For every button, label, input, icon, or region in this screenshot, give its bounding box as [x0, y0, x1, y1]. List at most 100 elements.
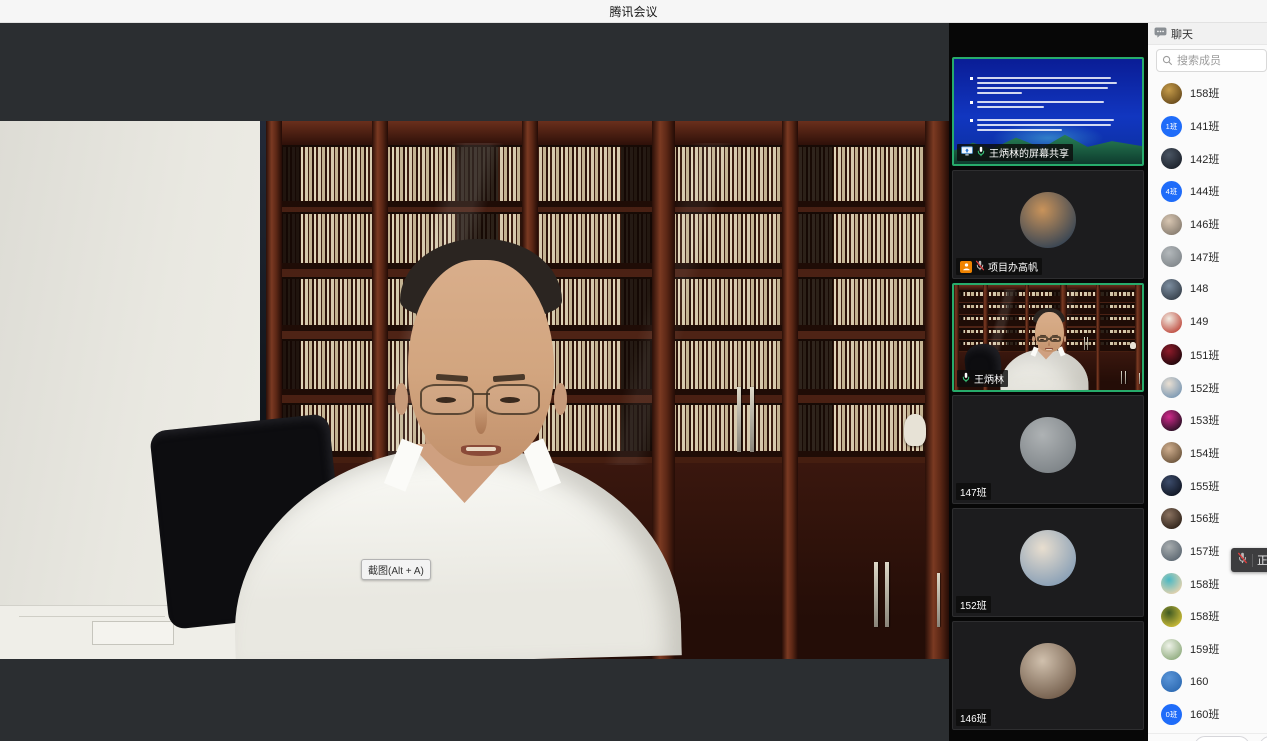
slide-text-block [977, 77, 1129, 97]
tencent-meeting-window: 腾讯会议 [0, 0, 1267, 741]
ear [554, 383, 568, 415]
ear [1032, 336, 1035, 342]
participant-thumbnail-strip: 王炳林的屏幕共享 项目办高帆 [949, 23, 1148, 741]
member-list-item[interactable]: 158班 [1148, 600, 1267, 633]
member-name: 157班 [1190, 543, 1219, 559]
member-list-item[interactable]: 153班 [1148, 404, 1267, 437]
thumbnail-label-text: 项目办高帆 [988, 259, 1038, 274]
face [1035, 312, 1064, 352]
thumbnail-participant[interactable]: 项目办高帆 [952, 170, 1144, 279]
eye [1053, 339, 1057, 340]
mic-on-icon [961, 372, 971, 386]
nose [475, 404, 487, 434]
member-name: 158班 [1190, 85, 1219, 101]
muted-status-popup: 正 [1231, 548, 1267, 572]
member-avatar: 1班 [1161, 116, 1182, 137]
member-name: 159班 [1190, 641, 1219, 657]
member-list-item[interactable]: 158班 [1148, 567, 1267, 600]
video-scene [0, 121, 949, 659]
member-name: 148 [1190, 283, 1208, 295]
member-name: 144班 [1190, 183, 1219, 199]
thumbnail-participant[interactable]: 147班 [952, 395, 1144, 504]
member-list-item[interactable]: 147班 [1148, 240, 1267, 273]
thumbnail-label: 王炳林的屏幕共享 [957, 144, 1073, 161]
member-list-item[interactable]: 151班 [1148, 339, 1267, 372]
member-list-item[interactable]: 146班 [1148, 208, 1267, 241]
member-avatar [1161, 671, 1182, 692]
member-avatar [1161, 508, 1182, 529]
member-avatar [1161, 377, 1182, 398]
member-name: 151班 [1190, 347, 1219, 363]
member-avatar [1161, 214, 1182, 235]
thumbnail-participant[interactable]: 146班 [952, 621, 1144, 730]
teeth [466, 447, 496, 451]
member-list-item[interactable]: 159班 [1148, 633, 1267, 666]
member-name: 160班 [1190, 706, 1219, 722]
member-avatar [1161, 573, 1182, 594]
mic-on-icon [976, 146, 986, 160]
member-list-item[interactable]: 142班 [1148, 142, 1267, 175]
member-avatar [1161, 606, 1182, 627]
member-name: 152班 [1190, 380, 1219, 396]
title-bar: 腾讯会议 [0, 0, 1267, 23]
participant-avatar [1020, 643, 1076, 699]
eye [1040, 339, 1044, 340]
member-list-item[interactable]: 149 [1148, 306, 1267, 339]
thumbnail-label-text: 147班 [960, 484, 987, 499]
popup-divider [1252, 554, 1253, 567]
thumbnail-label-text: 王炳林 [974, 371, 1004, 386]
member-list-item[interactable]: 160 [1148, 665, 1267, 698]
thumbnail-label: 项目办高帆 [956, 258, 1042, 275]
member-list-item[interactable]: 156班 [1148, 502, 1267, 535]
member-avatar [1161, 246, 1182, 267]
panel-footer-button[interactable] [1194, 736, 1250, 741]
member-search [1156, 49, 1267, 72]
member-list-item[interactable]: 4班 144班 [1148, 175, 1267, 208]
thumbnail-label-text: 152班 [960, 597, 987, 612]
member-list-item[interactable]: 155班 [1148, 469, 1267, 502]
mic-muted-icon [1237, 551, 1248, 569]
search-icon [1162, 55, 1173, 66]
popup-text: 正 [1257, 552, 1267, 568]
thumbnail-label-text: 146班 [960, 710, 987, 725]
member-avatar: 0班 [1161, 704, 1182, 725]
member-list-item[interactable]: 1班 141班 [1148, 110, 1267, 143]
presenter [0, 121, 949, 659]
head [397, 239, 566, 470]
teeth [1046, 349, 1052, 350]
mic-muted-icon [975, 260, 985, 274]
member-list-item[interactable]: 152班 [1148, 371, 1267, 404]
member-name: 160 [1190, 676, 1208, 688]
main-video-area[interactable]: 截图(Alt + A) [0, 23, 949, 741]
member-list-item[interactable]: 0班 160班 [1148, 698, 1267, 731]
panel-footer-button[interactable] [1259, 736, 1267, 741]
member-avatar: 4班 [1161, 181, 1182, 202]
thumbnail-label: 王炳林 [957, 370, 1008, 387]
member-list-item[interactable]: 154班 [1148, 437, 1267, 470]
glasses-bridge [473, 393, 490, 395]
member-list-item[interactable]: 158班 [1148, 77, 1267, 110]
person-icon [960, 261, 972, 273]
participant-avatar [1020, 417, 1076, 473]
member-name: 146班 [1190, 216, 1219, 232]
screen-share-icon [961, 146, 973, 159]
thumbnail-label: 152班 [956, 596, 991, 613]
member-name: 155班 [1190, 478, 1219, 494]
member-avatar [1161, 344, 1182, 365]
member-avatar [1161, 639, 1182, 660]
member-name: 158班 [1190, 608, 1219, 624]
member-name: 153班 [1190, 412, 1219, 428]
member-name: 142班 [1190, 151, 1219, 167]
member-list-item[interactable]: 148 [1148, 273, 1267, 306]
speaker-video[interactable] [0, 121, 949, 659]
thumbnail-screen-share[interactable]: 王炳林的屏幕共享 [952, 57, 1144, 166]
slide-text-block [977, 119, 1129, 134]
participant-avatar [1020, 192, 1076, 248]
member-avatar [1161, 148, 1182, 169]
member-avatar [1161, 312, 1182, 333]
thumbnail-participant[interactable]: 152班 [952, 508, 1144, 617]
member-avatar [1161, 279, 1182, 300]
thumbnail-label-text: 王炳林的屏幕共享 [989, 145, 1069, 160]
member-avatar [1161, 475, 1182, 496]
thumbnail-speaker[interactable]: 王炳林 [952, 283, 1144, 392]
